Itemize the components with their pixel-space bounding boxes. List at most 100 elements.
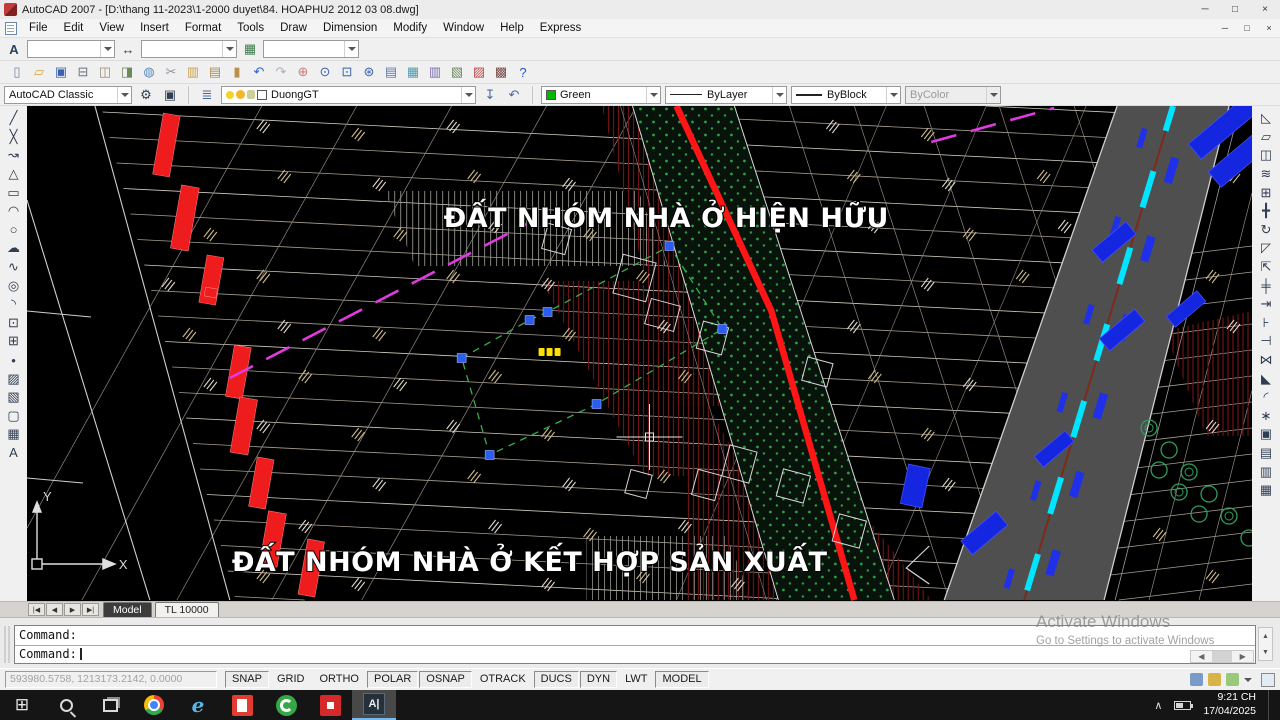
table-style-icon[interactable]: ▦: [240, 40, 260, 58]
layer-color-swatch[interactable]: [257, 90, 267, 100]
taskbar-coccoc[interactable]: [264, 690, 308, 720]
text-style-combo[interactable]: [27, 40, 115, 58]
scroll-down-icon[interactable]: ▼: [1259, 644, 1272, 660]
layer-manager-icon[interactable]: ≣: [197, 86, 217, 104]
table-style-combo[interactable]: [263, 40, 359, 58]
menu-item[interactable]: File: [21, 20, 56, 36]
show-desktop-button[interactable]: [1268, 690, 1272, 720]
close-button[interactable]: ×: [1250, 0, 1280, 19]
tab-nav-button[interactable]: ▶: [64, 603, 81, 616]
chevron-down-icon[interactable]: [886, 87, 900, 103]
restore-button[interactable]: □: [1220, 0, 1250, 19]
tab-nav-button[interactable]: |◀: [28, 603, 45, 616]
open-icon[interactable]: ▱: [28, 62, 50, 82]
insert-block-icon[interactable]: ⊡: [2, 314, 26, 333]
battery-icon[interactable]: [1174, 701, 1191, 710]
menu-item[interactable]: Express: [532, 20, 590, 36]
draworder-under-icon[interactable]: ▦: [1254, 481, 1278, 500]
arc-icon[interactable]: ◠: [2, 202, 26, 221]
dim-style-icon[interactable]: ↔: [118, 40, 138, 58]
command-window-grip[interactable]: [4, 626, 10, 663]
move-icon[interactable]: ╋: [1254, 202, 1278, 221]
drawing-canvas[interactable]: Y X ĐẤT NHÓM NHÀ Ở HIỆN HỮU ĐẤT NHÓM NHÀ…: [27, 106, 1252, 601]
dim-style-combo[interactable]: [141, 40, 237, 58]
draworder-front-icon[interactable]: ▣: [1254, 425, 1278, 444]
start-button[interactable]: ⊞: [0, 690, 44, 720]
layer-freeze-icon[interactable]: [236, 90, 245, 99]
line-icon[interactable]: ╱: [2, 109, 26, 128]
scroll-right-icon[interactable]: ▶: [1232, 651, 1253, 662]
tab-layout-tl10000[interactable]: TL 10000: [155, 602, 219, 617]
save-icon[interactable]: ▣: [50, 62, 72, 82]
ellipse-icon[interactable]: ◎: [2, 276, 26, 295]
taskbar-chrome[interactable]: [132, 690, 176, 720]
drawing-area[interactable]: Y X ĐẤT NHÓM NHÀ Ở HIỆN HỮU ĐẤT NHÓM NHÀ…: [27, 106, 1252, 601]
child-close-button[interactable]: ×: [1258, 19, 1280, 37]
taskbar-media-app[interactable]: [308, 690, 352, 720]
match-properties-icon[interactable]: ▮: [226, 62, 248, 82]
save-workspace-icon[interactable]: ▣: [160, 86, 180, 104]
plot-icon[interactable]: ⊟: [72, 62, 94, 82]
stretch-icon[interactable]: ⇱: [1254, 258, 1278, 277]
polyline-icon[interactable]: ↝: [2, 146, 26, 165]
break-icon[interactable]: ⊣: [1254, 332, 1278, 351]
pan-icon[interactable]: ⊕: [292, 62, 314, 82]
publish-icon[interactable]: ◨: [116, 62, 138, 82]
chevron-down-icon[interactable]: [222, 41, 236, 57]
layer-previous-icon[interactable]: ↶: [504, 86, 524, 104]
dyn-toggle[interactable]: DYN: [580, 671, 617, 688]
revcloud-icon[interactable]: ☁: [2, 239, 26, 258]
child-restore-button[interactable]: □: [1236, 19, 1258, 37]
tool-palettes-icon[interactable]: ▥: [424, 62, 446, 82]
scrollbar-thumb[interactable]: [1212, 651, 1233, 662]
chevron-down-icon[interactable]: [772, 87, 786, 103]
ellipse-arc-icon[interactable]: ◝: [2, 295, 26, 314]
task-view-button[interactable]: [88, 690, 132, 720]
spline-icon[interactable]: ∿: [2, 258, 26, 277]
snap-toggle[interactable]: SNAP: [225, 671, 269, 688]
command-vertical-scrollbar[interactable]: ▲ ▼: [1258, 627, 1273, 661]
fillet-icon[interactable]: ◜: [1254, 388, 1278, 407]
zoom-realtime-icon[interactable]: ⊙: [314, 62, 336, 82]
menu-item[interactable]: View: [91, 20, 132, 36]
tray-expand-icon[interactable]: ∧: [1154, 699, 1162, 712]
menu-item[interactable]: Draw: [272, 20, 315, 36]
model-toggle[interactable]: MODEL: [655, 671, 708, 688]
menu-item[interactable]: Insert: [132, 20, 177, 36]
mirror-icon[interactable]: ◫: [1254, 146, 1278, 165]
undo-icon[interactable]: ↶: [248, 62, 270, 82]
scale-icon[interactable]: ◸: [1254, 239, 1278, 258]
menu-item[interactable]: Edit: [56, 20, 92, 36]
sheetset-icon[interactable]: ▧: [446, 62, 468, 82]
properties-icon[interactable]: ▤: [380, 62, 402, 82]
break-at-point-icon[interactable]: ⊦: [1254, 314, 1278, 333]
annotation-scale-icon[interactable]: [1190, 673, 1203, 686]
otrack-toggle[interactable]: OTRACK: [473, 671, 533, 688]
draworder-above-icon[interactable]: ▥: [1254, 462, 1278, 481]
minimize-button[interactable]: ─: [1190, 0, 1220, 19]
menu-item[interactable]: Help: [492, 20, 532, 36]
status-menu-arrow-icon[interactable]: [1244, 678, 1252, 686]
taskbar-internet-explorer[interactable]: e: [176, 690, 220, 720]
mtext-icon[interactable]: A: [2, 444, 26, 463]
taskbar-pdf-reader[interactable]: [220, 690, 264, 720]
region-icon[interactable]: ▢: [2, 407, 26, 426]
clean-screen-button[interactable]: [1261, 673, 1275, 687]
circle-icon[interactable]: ○: [2, 221, 26, 240]
hatch-icon[interactable]: ▨: [2, 369, 26, 388]
etransmit-icon[interactable]: ◍: [138, 62, 160, 82]
chevron-down-icon[interactable]: [117, 87, 131, 103]
taskbar-autocad-active[interactable]: A|: [352, 690, 396, 720]
polar-toggle[interactable]: POLAR: [367, 671, 418, 688]
explode-icon[interactable]: ∗: [1254, 407, 1278, 426]
chevron-down-icon[interactable]: [100, 41, 114, 57]
linetype-combo[interactable]: ByLayer: [665, 86, 787, 104]
command-history[interactable]: Command: Command:: [14, 625, 1256, 664]
workspace-combo[interactable]: AutoCAD Classic: [4, 86, 132, 104]
taskbar-clock[interactable]: 9:21 CH 17/04/2025: [1203, 691, 1256, 718]
draworder-back-icon[interactable]: ▤: [1254, 444, 1278, 463]
layer-combo[interactable]: DuongGT: [221, 86, 476, 104]
document-icon[interactable]: [5, 22, 17, 35]
ortho-toggle[interactable]: ORTHO: [312, 671, 366, 688]
make-object-layer-current-icon[interactable]: ↧: [480, 86, 500, 104]
